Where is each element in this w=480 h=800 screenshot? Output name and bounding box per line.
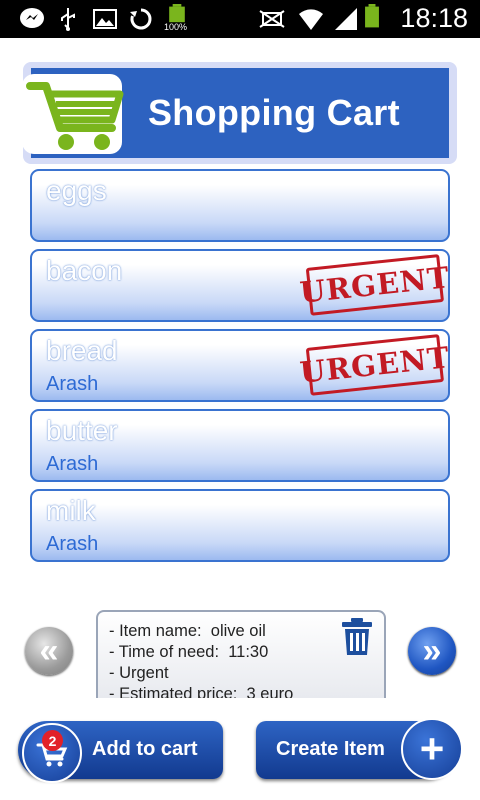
urgent-label: URGENT (298, 334, 451, 396)
sync-icon (130, 8, 152, 30)
item-name: bread (46, 335, 118, 366)
list-item[interactable]: butter Arash (30, 409, 450, 482)
list-item[interactable]: milk Arash (30, 489, 450, 562)
detail-time-of-need: - Time of need: 11:30 (109, 643, 269, 661)
item-name: bacon (46, 255, 123, 286)
image-icon (93, 9, 117, 29)
item-name: eggs (46, 175, 107, 206)
cart-count-badge: 2 (42, 730, 63, 751)
detail-urgency: - Urgent (109, 664, 169, 682)
shopping-cart-icon (22, 74, 124, 154)
item-name: milk (46, 495, 96, 526)
detail-item-name: - Item name: olive oil (109, 622, 266, 640)
battery-percent-label: 100% (164, 22, 188, 32)
urgent-stamp: URGENT (298, 334, 451, 398)
shopping-list: eggs bacon URGENT bread Arash URGENT but… (30, 169, 451, 569)
trash-icon[interactable] (339, 617, 375, 657)
page-title: Shopping Cart (148, 92, 400, 133)
list-item[interactable]: eggs (30, 169, 450, 242)
chevron-double-left-icon[interactable]: « (25, 627, 73, 675)
item-name: butter (46, 415, 118, 446)
signal-icon (335, 8, 357, 30)
item-owner: Arash (46, 533, 99, 555)
item-owner: Arash (46, 453, 99, 475)
urgent-stamp: URGENT (298, 254, 451, 318)
chevron-double-right-icon[interactable]: » (408, 627, 456, 675)
list-item[interactable]: bacon URGENT (30, 249, 451, 322)
detail-estimated-price: - Estimated price: 3 euro (109, 685, 294, 698)
wifi-icon (299, 9, 323, 30)
status-bar: 100% 18:18 (0, 0, 480, 38)
create-item-label[interactable]: Create Item (276, 738, 385, 761)
list-item[interactable]: bread Arash URGENT (30, 329, 451, 402)
add-to-cart-label[interactable]: Add to cart (92, 738, 198, 761)
item-owner: Arash (46, 373, 99, 395)
nfc-icon (259, 10, 285, 28)
plus-icon[interactable]: + (401, 718, 463, 780)
messenger-icon (20, 8, 44, 28)
usb-icon (61, 8, 75, 31)
battery-icon (365, 4, 379, 28)
clock: 18:18 (400, 3, 468, 33)
urgent-label: URGENT (298, 254, 451, 316)
